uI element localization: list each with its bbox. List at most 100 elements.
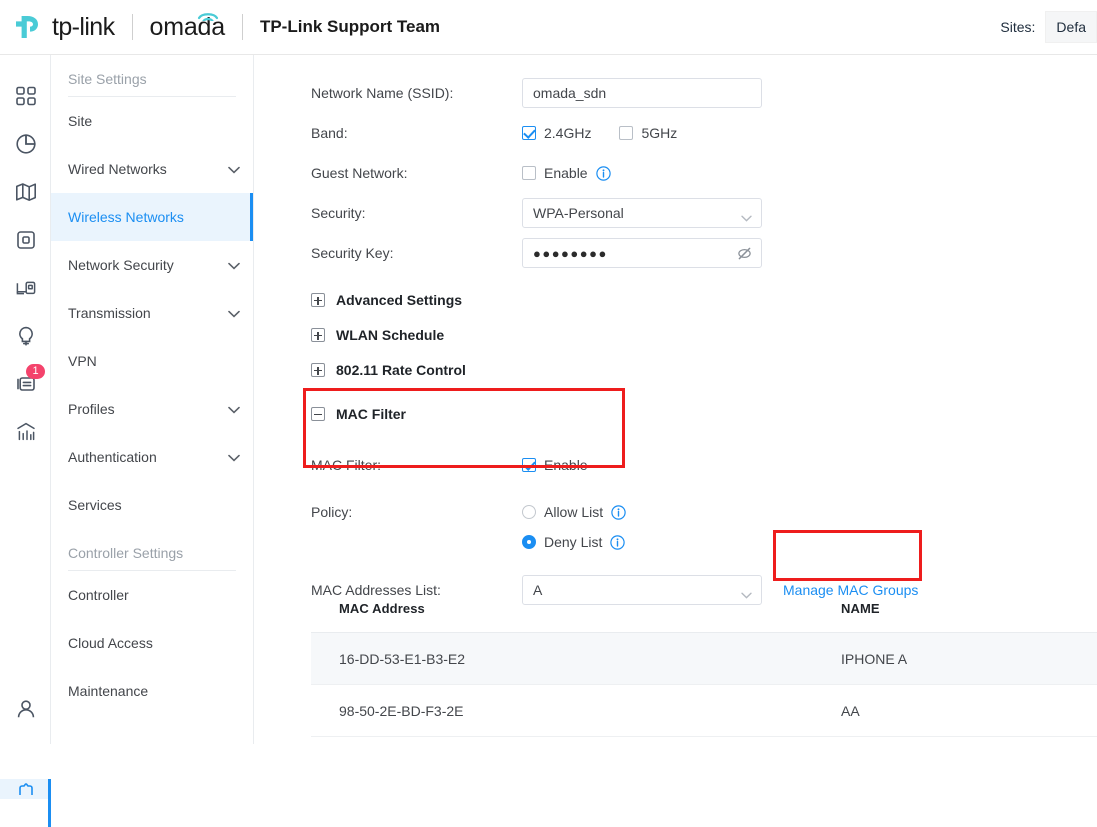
sidebar-section-site-settings: Site Settings — [51, 55, 253, 96]
security-key-wrap — [522, 238, 762, 268]
sidebar-item-profiles[interactable]: Profiles — [51, 385, 253, 433]
security-key-label: Security Key: — [311, 245, 522, 261]
checkbox-icon[interactable] — [619, 126, 633, 140]
table-row[interactable]: 16-DD-53-E1-B3-E2 IPHONE A — [311, 633, 1097, 685]
column-header-mac-address: MAC Address — [311, 601, 841, 616]
sidebar-item-services[interactable]: Services — [51, 481, 253, 529]
column-header-name: NAME — [841, 601, 1081, 616]
map-icon[interactable] — [0, 168, 51, 216]
sidebar-item-transmission[interactable]: Transmission — [51, 289, 253, 337]
sidebar-item-label: Transmission — [68, 305, 151, 321]
sidebar-item-label: VPN — [68, 353, 97, 369]
sidebar-item-label: Network Security — [68, 257, 174, 273]
sidebar-item-cloud-access[interactable]: Cloud Access — [51, 619, 253, 667]
sidebar-item-label: Profiles — [68, 401, 115, 417]
mac-filter-label: MAC Filter: — [311, 457, 522, 473]
section-title: MAC Filter — [336, 406, 406, 422]
section-wlan-schedule[interactable]: WLAN Schedule — [254, 317, 1097, 352]
policy-allow-label: Allow List — [544, 504, 603, 520]
table-row[interactable]: 98-50-2E-BD-F3-2E AA — [311, 685, 1097, 737]
page-title: TP-Link Support Team — [260, 17, 440, 37]
radio-allow-list[interactable] — [522, 505, 536, 519]
clients-icon[interactable] — [0, 264, 51, 312]
sidebar-item-controller[interactable]: Controller — [51, 571, 253, 619]
mac-filter-control: Enable — [522, 457, 588, 473]
chevron-down-icon — [228, 401, 240, 417]
row-policy-allow: Policy: Allow List — [254, 497, 1097, 527]
sidebar-item-network-security[interactable]: Network Security — [51, 241, 253, 289]
icon-rail: 1 — [0, 55, 51, 744]
sidebar-item-vpn[interactable]: VPN — [51, 337, 253, 385]
chevron-down-icon — [228, 449, 240, 465]
sidebar-item-label: Authentication — [68, 449, 157, 465]
expand-plus-icon[interactable] — [311, 293, 325, 307]
checkbox-icon[interactable] — [522, 458, 536, 472]
statistics-pie-icon[interactable] — [0, 120, 51, 168]
band-checkbox-24ghz[interactable]: 2.4GHz — [522, 125, 591, 141]
chevron-down-icon — [741, 209, 752, 225]
info-icon[interactable] — [596, 166, 611, 181]
cell-name: AA — [841, 703, 1081, 719]
checkbox-icon[interactable] — [522, 166, 536, 180]
app-header: tp-link omada TP-Link Support Team Sites… — [0, 0, 1097, 55]
devices-icon[interactable] — [0, 216, 51, 264]
security-label: Security: — [311, 205, 522, 221]
collapse-minus-icon[interactable] — [311, 407, 325, 421]
chevron-down-icon — [228, 305, 240, 321]
policy-deny-control: Deny List — [522, 534, 625, 550]
section-rate-control[interactable]: 802.11 Rate Control — [254, 352, 1097, 387]
sidebar-item-label: Controller — [68, 587, 129, 603]
sites-label: Sites: — [1000, 19, 1035, 35]
ssid-input[interactable] — [522, 78, 762, 108]
omada-wifi-arc-icon — [197, 8, 219, 26]
expand-plus-icon[interactable] — [311, 363, 325, 377]
settings-icon[interactable] — [0, 779, 51, 799]
sidebar-item-label: Services — [68, 497, 122, 513]
sidebar-item-authentication[interactable]: Authentication — [51, 433, 253, 481]
security-select[interactable]: WPA-Personal — [522, 198, 762, 228]
section-mac-filter[interactable]: MAC Filter — [254, 396, 1097, 431]
log-icon[interactable]: 1 — [0, 360, 51, 408]
guest-network-label: Guest Network: — [311, 165, 522, 181]
sidebar-item-site[interactable]: Site — [51, 97, 253, 145]
eye-slash-icon[interactable] — [736, 245, 753, 267]
chevron-down-icon — [228, 161, 240, 177]
section-title: Advanced Settings — [336, 292, 462, 308]
expand-plus-icon[interactable] — [311, 328, 325, 342]
sidebar-item-label: Site — [68, 113, 92, 129]
sidebar-item-label: Maintenance — [68, 683, 148, 699]
info-icon[interactable] — [611, 505, 626, 520]
checkbox-icon[interactable] — [522, 126, 536, 140]
band-control: 2.4GHz 5GHz — [522, 125, 677, 141]
guest-network-checkbox[interactable]: Enable — [522, 165, 588, 181]
info-icon[interactable] — [610, 535, 625, 550]
cell-mac-address: 98-50-2E-BD-F3-2E — [311, 703, 841, 719]
mac-filter-checkbox[interactable]: Enable — [522, 457, 588, 473]
band-checkbox-5ghz[interactable]: 5GHz — [619, 125, 677, 141]
ssid-control — [522, 78, 762, 108]
omada-logo: omada — [150, 13, 225, 42]
insight-icon[interactable] — [0, 312, 51, 360]
brand-divider-2 — [242, 14, 243, 40]
sidebar-item-label: Wired Networks — [68, 161, 167, 177]
tp-link-wordmark: tp-link — [52, 13, 115, 42]
sites-dropdown[interactable]: Defa — [1045, 11, 1097, 43]
sidebar-item-maintenance[interactable]: Maintenance — [51, 667, 253, 715]
ssid-label: Network Name (SSID): — [311, 85, 522, 101]
account-icon[interactable] — [0, 685, 51, 733]
mac-address-table: MAC Address NAME 16-DD-53-E1-B3-E2 IPHON… — [311, 585, 1097, 737]
sidebar-item-wired-networks[interactable]: Wired Networks — [51, 145, 253, 193]
sidebar-item-wireless-networks[interactable]: Wireless Networks — [51, 193, 253, 241]
radio-deny-list[interactable] — [522, 535, 536, 549]
report-icon[interactable] — [0, 408, 51, 456]
guest-network-control: Enable — [522, 165, 611, 181]
row-ssid: Network Name (SSID): — [254, 73, 1097, 113]
section-advanced-settings[interactable]: Advanced Settings — [254, 282, 1097, 317]
row-security-key: Security Key: — [254, 233, 1097, 273]
row-security: Security: WPA-Personal — [254, 193, 1097, 233]
dashboard-icon[interactable] — [0, 72, 51, 120]
security-key-input[interactable] — [522, 238, 762, 268]
chevron-down-icon — [228, 257, 240, 273]
row-band: Band: 2.4GHz 5GHz — [254, 113, 1097, 153]
section-title: WLAN Schedule — [336, 327, 444, 343]
